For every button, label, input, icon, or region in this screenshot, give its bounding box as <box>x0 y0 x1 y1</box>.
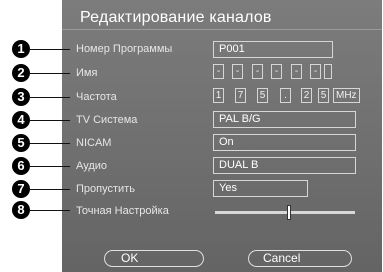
name-field[interactable]: - - - - - - <box>213 64 335 81</box>
freq-digit-1[interactable]: 1 <box>213 88 224 103</box>
freq-digit-5[interactable]: 5 <box>318 88 329 103</box>
freq-unit: MHz <box>333 88 360 103</box>
title-separator <box>62 29 382 30</box>
callout-line-8 <box>30 210 70 211</box>
callout-line-6 <box>30 166 70 167</box>
tv-system-field[interactable]: PAL B/G <box>213 111 356 128</box>
callout-1: 1 <box>12 40 30 58</box>
callout-4: 4 <box>12 111 30 129</box>
cancel-button[interactable]: Cancel <box>248 250 352 267</box>
freq-digit-4[interactable]: 2 <box>301 88 312 103</box>
callout-line-7 <box>30 189 70 190</box>
dialog-title: Редактирование каналов <box>80 9 272 26</box>
frequency-field[interactable]: 1 7 5 . 2 5 MHz <box>213 88 367 105</box>
label-nicam: NICAM <box>76 137 112 149</box>
label-tv-system: TV Система <box>76 114 138 126</box>
name-char-3[interactable]: - <box>252 64 263 79</box>
callout-5: 5 <box>12 134 30 152</box>
name-char-end <box>324 64 332 79</box>
callout-line-4 <box>30 120 70 121</box>
freq-digit-2[interactable]: 7 <box>235 88 246 103</box>
callout-line-2 <box>30 73 70 74</box>
program-number-field[interactable]: P001 <box>213 41 333 58</box>
freq-digit-3[interactable]: 5 <box>257 88 268 103</box>
freq-dot: . <box>280 88 291 103</box>
label-fine-tuning: Точная Настройка <box>76 205 169 217</box>
nicam-field[interactable]: On <box>213 134 356 151</box>
label-name: Имя <box>76 67 98 79</box>
callout-3: 3 <box>12 88 30 106</box>
audio-field[interactable]: DUAL B <box>213 157 356 174</box>
name-char-1[interactable]: - <box>213 64 224 79</box>
name-char-4[interactable]: - <box>271 64 282 79</box>
callout-6: 6 <box>12 157 30 175</box>
name-char-2[interactable]: - <box>232 64 243 79</box>
callout-8: 8 <box>12 201 30 219</box>
fine-tuning-slider-thumb[interactable] <box>287 205 292 220</box>
callout-7: 7 <box>12 180 30 198</box>
callout-2: 2 <box>12 64 30 82</box>
callout-line-1 <box>30 49 70 50</box>
ok-button[interactable]: OK <box>104 250 204 267</box>
skip-field[interactable]: Yes <box>213 180 308 197</box>
fine-tuning-slider[interactable] <box>215 211 355 214</box>
label-skip: Пропустить <box>76 183 135 195</box>
label-program-number: Номер Программы <box>76 43 173 55</box>
label-frequency: Частота <box>76 91 117 103</box>
name-char-5[interactable]: - <box>291 64 302 79</box>
callout-line-5 <box>30 143 70 144</box>
callout-line-3 <box>30 97 70 98</box>
label-audio: Аудио <box>76 160 108 172</box>
name-char-6[interactable]: - <box>310 64 321 79</box>
